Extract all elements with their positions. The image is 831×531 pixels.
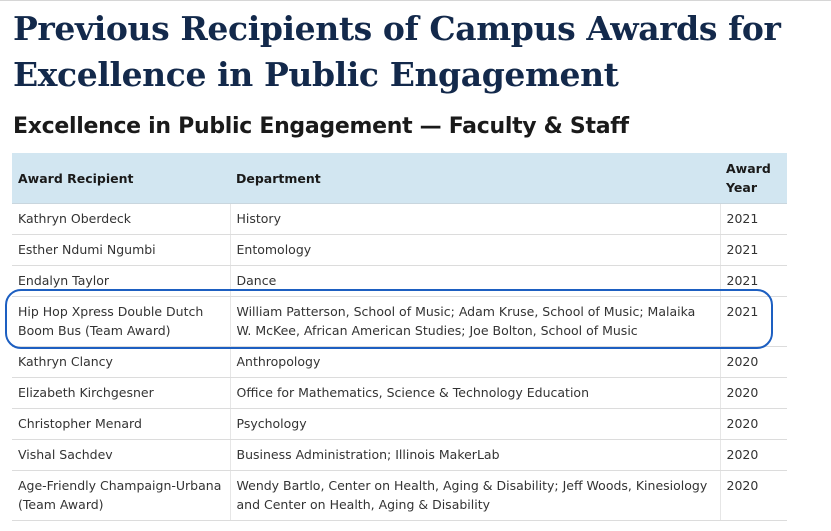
table-row: Kathryn Oberdeck History 2021	[12, 203, 787, 235]
department-cell: William Patterson, School of Music; Adam…	[229, 296, 720, 347]
year-cell: 2021	[719, 296, 787, 347]
awards-table-body: Kathryn Oberdeck History 2021 Esther Ndu…	[12, 203, 787, 521]
year-cell: 2021	[719, 265, 787, 297]
department-cell: Business Administration; Illinois MakerL…	[229, 439, 720, 471]
recipient-cell: Age-Friendly Champaign-Urbana (Team Awar…	[12, 470, 230, 521]
department-cell: Office for Mathematics, Science & Techno…	[229, 377, 720, 409]
year-cell: 2021	[719, 203, 787, 235]
recipient-cell: Vishal Sachdev	[12, 439, 230, 471]
table-row: Vishal Sachdev Business Administration; …	[12, 439, 787, 471]
header-award-recipient: Award Recipient	[12, 153, 230, 204]
table-row: Kathryn Clancy Anthropology 2020	[12, 346, 787, 378]
recipient-cell: Christopher Menard	[12, 408, 230, 440]
department-cell: History	[229, 203, 720, 235]
section-heading: Excellence in Public Engagement — Facult…	[13, 114, 629, 139]
table-row: Esther Ndumi Ngumbi Entomology 2021	[12, 234, 787, 266]
year-cell: 2020	[719, 439, 787, 471]
year-cell: 2020	[719, 346, 787, 378]
year-cell: 2020	[719, 377, 787, 409]
page-title: Previous Recipients of Campus Awards for…	[13, 9, 781, 94]
header-row: Award Recipient Department Award Year	[12, 153, 787, 204]
year-cell: 2020	[719, 408, 787, 440]
awards-table-header: Award Recipient Department Award Year	[12, 153, 787, 204]
recipient-cell: Endalyn Taylor	[12, 265, 230, 297]
table-row: Christopher Menard Psychology 2020	[12, 408, 787, 440]
table-row: Elizabeth Kirchgesner Office for Mathema…	[12, 377, 787, 409]
department-cell: Dance	[229, 265, 720, 297]
table-row: Endalyn Taylor Dance 2021	[12, 265, 787, 297]
year-cell: 2020	[719, 470, 787, 521]
year-cell: 2021	[719, 234, 787, 266]
department-cell: Anthropology	[229, 346, 720, 378]
top-divider	[0, 0, 831, 1]
department-cell: Wendy Bartlo, Center on Health, Aging & …	[229, 470, 720, 521]
header-award-year: Award Year	[720, 153, 787, 204]
department-cell: Entomology	[229, 234, 720, 266]
table-row-highlighted: Hip Hop Xpress Double Dutch Boom Bus (Te…	[12, 296, 787, 347]
department-cell: Psychology	[229, 408, 720, 440]
recipient-cell: Kathryn Oberdeck	[12, 203, 230, 235]
recipient-cell: Hip Hop Xpress Double Dutch Boom Bus (Te…	[12, 296, 230, 347]
header-department: Department	[230, 153, 720, 204]
recipient-cell: Esther Ndumi Ngumbi	[12, 234, 230, 266]
recipient-cell: Elizabeth Kirchgesner	[12, 377, 230, 409]
recipient-cell: Kathryn Clancy	[12, 346, 230, 378]
awards-table: Award Recipient Department Award Year Ka…	[12, 153, 787, 521]
table-row: Age-Friendly Champaign-Urbana (Team Awar…	[12, 470, 787, 521]
